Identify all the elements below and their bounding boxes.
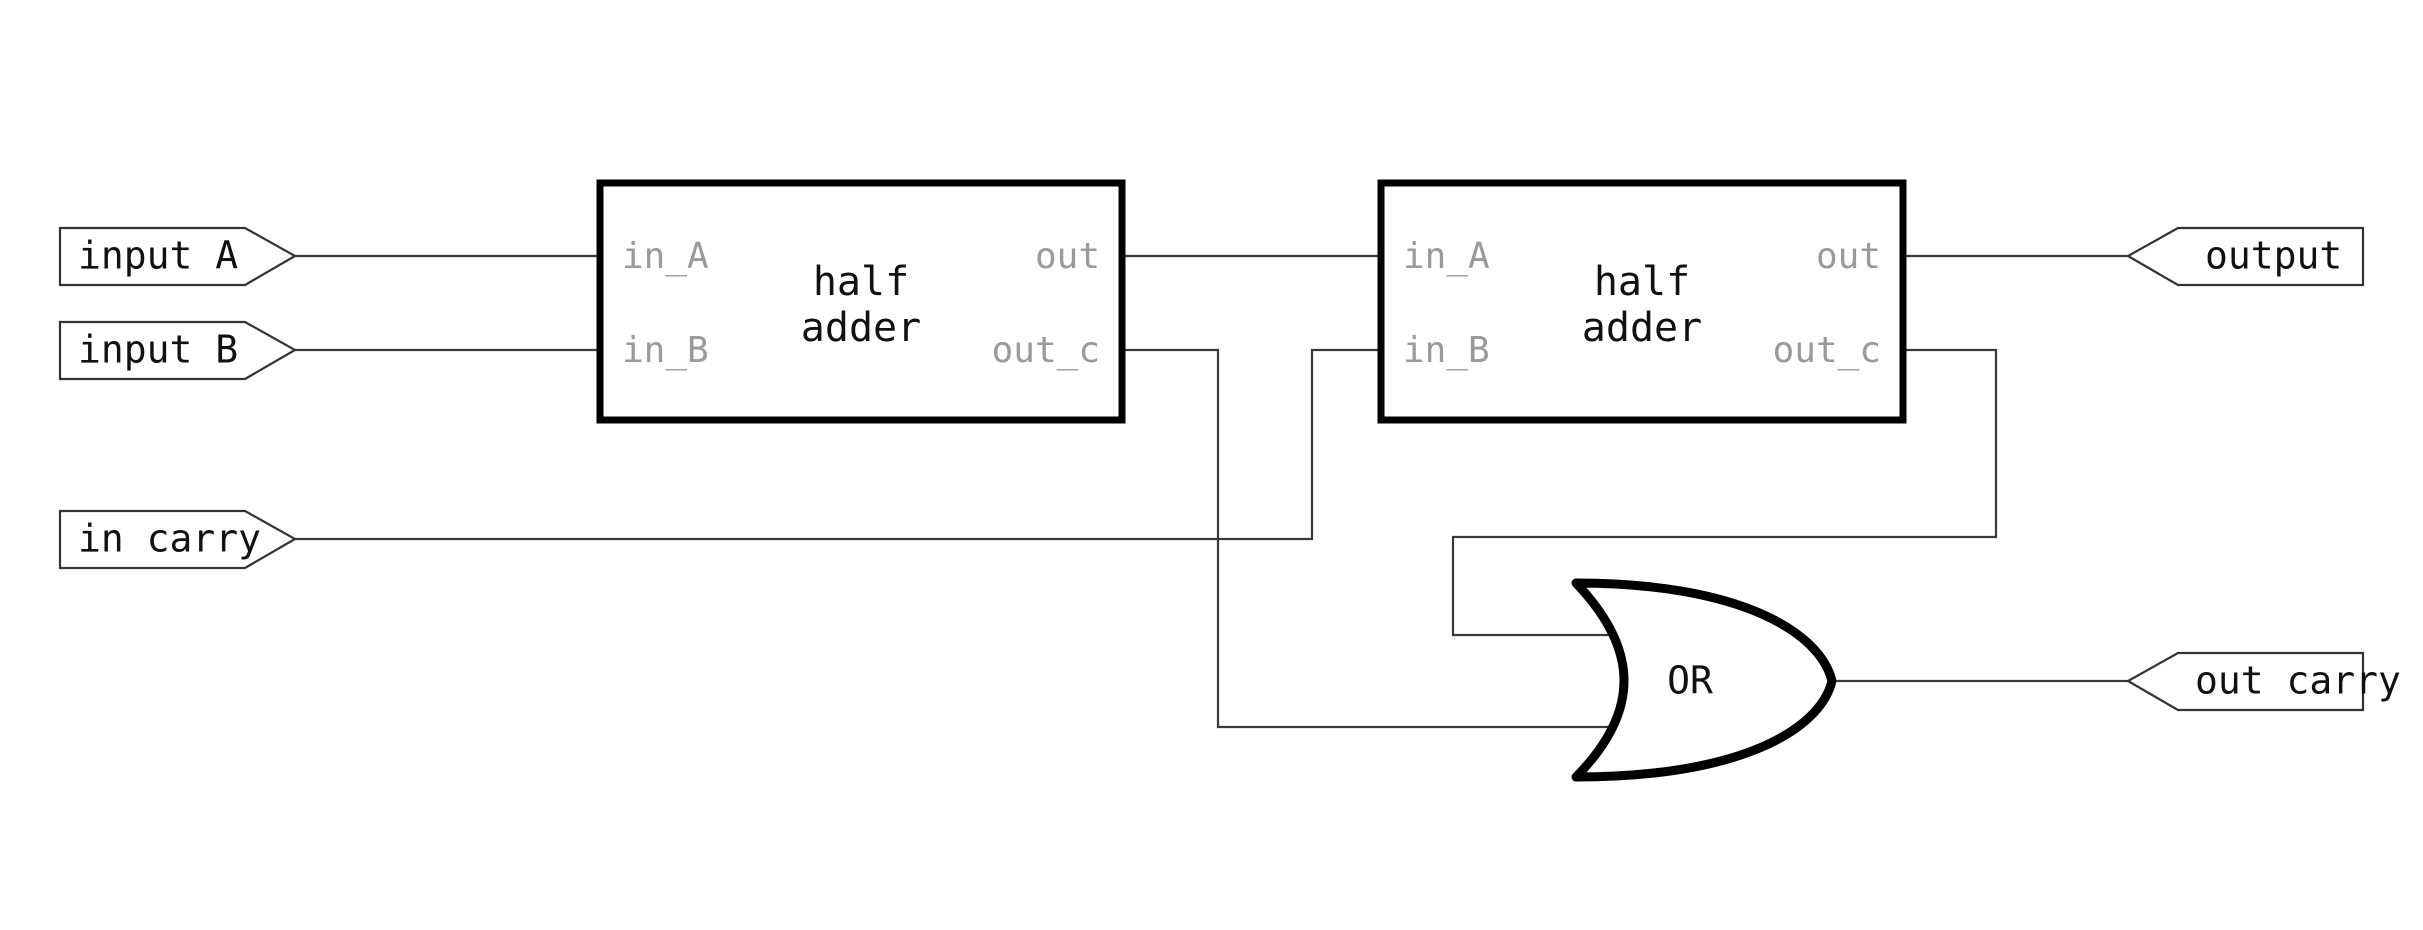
- half-adder-2-port-in-b-label: in_B: [1403, 330, 1490, 371]
- half-adder-2-title-line1: half: [1594, 259, 1690, 305]
- half-adder-2-port-in-a-label: in_A: [1403, 236, 1490, 277]
- input-tag-input-b-label: input B: [78, 328, 238, 372]
- half-adder-1-title-line2: adder: [801, 305, 921, 351]
- input-tag-input-a-label: input A: [78, 234, 238, 278]
- input-tag-input-a[interactable]: input A: [58, 226, 298, 287]
- half-adder-1-port-in-b-label: in_B: [622, 330, 709, 371]
- half-adder-2-port-out-c-label: out_c: [1773, 330, 1881, 371]
- output-tag-output-label: output: [2205, 234, 2342, 278]
- input-tag-in-carry-label: in carry: [78, 517, 261, 561]
- half-adder-2[interactable]: in_A in_B out out_c half adder: [1377, 179, 1907, 424]
- circuit-diagram-canvas: in_A in_B out out_c half adder in_A in_B…: [0, 0, 2423, 930]
- output-tag-output[interactable]: output: [2125, 226, 2365, 287]
- half-adder-2-port-out-label: out: [1816, 236, 1881, 277]
- half-adder-1-title-line1: half: [813, 259, 909, 305]
- or-gate[interactable]: OR: [1571, 578, 1837, 782]
- circuit-diagram: in_A in_B out out_c half adder in_A in_B…: [58, 179, 2401, 782]
- half-adder-2-title-line2: adder: [1582, 305, 1702, 351]
- input-tag-in-carry[interactable]: in carry: [58, 509, 298, 570]
- half-adder-1[interactable]: in_A in_B out out_c half adder: [596, 179, 1126, 424]
- output-tag-out-carry[interactable]: out carry: [2125, 651, 2401, 712]
- or-gate-label: OR: [1667, 659, 1713, 703]
- half-adder-1-port-in-a-label: in_A: [622, 236, 709, 277]
- output-tag-out-carry-label: out carry: [2195, 659, 2401, 703]
- half-adder-1-port-out-c-label: out_c: [992, 330, 1100, 371]
- input-tag-input-b[interactable]: input B: [58, 320, 298, 381]
- half-adder-1-port-out-label: out: [1035, 236, 1100, 277]
